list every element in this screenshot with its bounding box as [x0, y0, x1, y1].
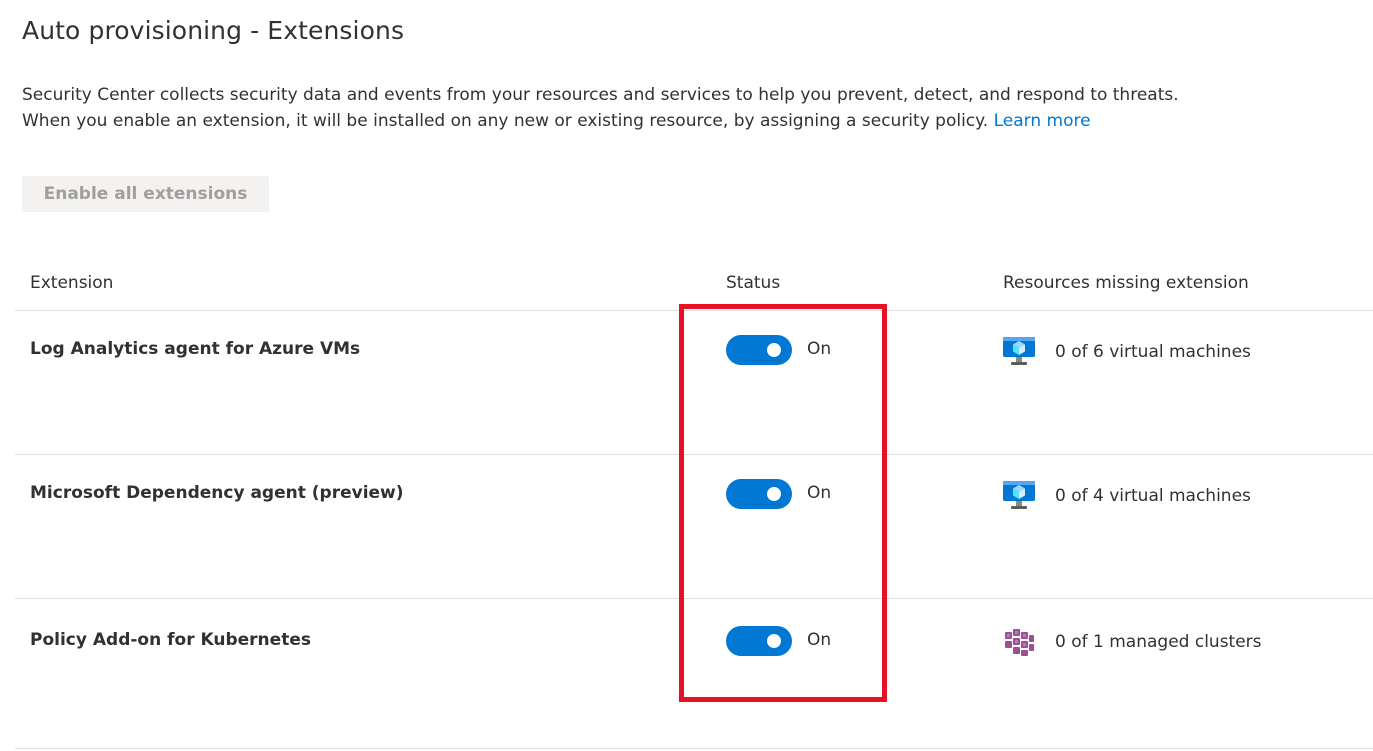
page-description: Security Center collects security data a… [22, 82, 1179, 134]
table-row: Microsoft Dependency agent (preview) On … [15, 455, 1373, 598]
table-row: Policy Add-on for Kubernetes On 0 of 1 m… [15, 599, 1373, 748]
description-line-2-text: When you enable an extension, it will be… [22, 111, 989, 131]
extension-name: Policy Add-on for Kubernetes [30, 630, 311, 650]
status-toggle[interactable] [726, 626, 792, 656]
resources-missing: 0 of 1 managed clusters [1055, 632, 1262, 652]
extension-name: Log Analytics agent for Azure VMs [30, 339, 361, 359]
resources-missing: 0 of 4 virtual machines [1055, 486, 1251, 506]
enable-all-extensions-button[interactable]: Enable all extensions [22, 176, 269, 212]
page-title: Auto provisioning - Extensions [22, 16, 405, 45]
table-row: Log Analytics agent for Azure VMs On 0 o… [15, 311, 1373, 454]
virtual-machine-icon [1003, 481, 1035, 509]
status-toggle[interactable] [726, 479, 792, 509]
description-line-1: Security Center collects security data a… [22, 85, 1179, 105]
virtual-machine-icon [1003, 337, 1035, 365]
extension-name: Microsoft Dependency agent (preview) [30, 483, 404, 503]
toggle-knob [767, 634, 781, 648]
status-toggle[interactable] [726, 335, 792, 365]
toggle-knob [767, 487, 781, 501]
column-header-extension: Extension [30, 273, 114, 293]
status-label: On [807, 630, 832, 650]
column-header-status: Status [726, 273, 781, 293]
status-label: On [807, 483, 832, 503]
resources-missing: 0 of 6 virtual machines [1055, 342, 1251, 362]
kubernetes-cluster-icon [1005, 629, 1034, 656]
column-header-resources: Resources missing extension [1003, 273, 1249, 293]
divider [15, 748, 1373, 749]
status-label: On [807, 339, 832, 359]
learn-more-link[interactable]: Learn more [994, 111, 1091, 131]
toggle-knob [767, 343, 781, 357]
description-line-2: When you enable an extension, it will be… [22, 108, 1179, 134]
